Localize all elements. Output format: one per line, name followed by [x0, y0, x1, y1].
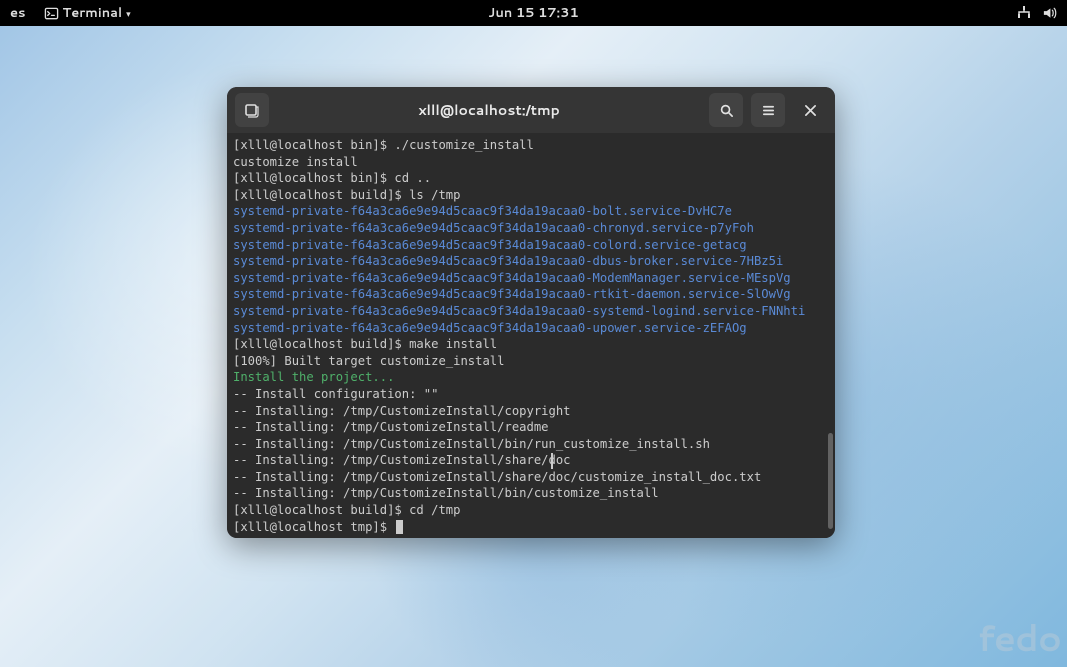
text-cursor-ibeam	[551, 453, 553, 469]
hamburger-icon	[761, 103, 776, 118]
terminal-line: systemd-private-f64a3ca6e9e94d5caac9f34d…	[233, 286, 829, 303]
terminal-line: [xlll@localhost build]$ cd /tmp	[233, 502, 829, 519]
scrollbar-thumb[interactable]	[828, 433, 833, 529]
terminal-icon	[44, 6, 59, 21]
terminal-line: -- Installing: /tmp/CustomizeInstall/bin…	[233, 436, 829, 453]
block-cursor	[396, 520, 403, 534]
terminal-title: xlll@localhost:/tmp	[277, 100, 701, 120]
terminal-line: -- Install configuration: ""	[233, 386, 829, 403]
terminal-line: Install the project...	[233, 369, 829, 386]
search-button[interactable]	[709, 93, 743, 127]
terminal-line: systemd-private-f64a3ca6e9e94d5caac9f34d…	[233, 303, 829, 320]
terminal-line: systemd-private-f64a3ca6e9e94d5caac9f34d…	[233, 237, 829, 254]
terminal-line: -- Installing: /tmp/CustomizeInstall/cop…	[233, 403, 829, 420]
new-tab-icon	[244, 102, 260, 118]
top-panel: es Terminal ▾ Jun 15 17:31	[0, 0, 1067, 26]
chevron-down-icon: ▾	[126, 7, 131, 20]
terminal-line: systemd-private-f64a3ca6e9e94d5caac9f34d…	[233, 220, 829, 237]
app-menu-label: Terminal	[63, 4, 123, 22]
activities-partial[interactable]: es	[4, 4, 32, 22]
terminal-line: [100%] Built target customize_install	[233, 353, 829, 370]
terminal-line: systemd-private-f64a3ca6e9e94d5caac9f34d…	[233, 320, 829, 337]
terminal-line: [xlll@localhost tmp]$	[233, 519, 829, 536]
terminal-titlebar[interactable]: xlll@localhost:/tmp	[227, 87, 835, 133]
fedora-watermark: fedo	[978, 612, 1062, 663]
terminal-line: -- Installing: /tmp/CustomizeInstall/rea…	[233, 419, 829, 436]
terminal-line: -- Installing: /tmp/CustomizeInstall/bin…	[233, 485, 829, 502]
close-button[interactable]	[793, 93, 827, 127]
terminal-line: customize install	[233, 154, 829, 171]
terminal-line: [xlll@localhost bin]$ cd ..	[233, 170, 829, 187]
clock[interactable]: Jun 15 17:31	[488, 4, 579, 22]
terminal-body[interactable]: [xlll@localhost bin]$ ./customize_instal…	[227, 133, 835, 538]
terminal-line: -- Installing: /tmp/CustomizeInstall/sha…	[233, 452, 829, 469]
terminal-line: [xlll@localhost build]$ make install	[233, 336, 829, 353]
terminal-line: systemd-private-f64a3ca6e9e94d5caac9f34d…	[233, 253, 829, 270]
terminal-line: [xlll@localhost build]$ ls /tmp	[233, 187, 829, 204]
terminal-line: systemd-private-f64a3ca6e9e94d5caac9f34d…	[233, 270, 829, 287]
terminal-line: systemd-private-f64a3ca6e9e94d5caac9f34d…	[233, 203, 829, 220]
search-icon	[719, 103, 734, 118]
new-tab-button[interactable]	[235, 93, 269, 127]
terminal-window: xlll@localhost:/tmp [xlll@localhost bin]…	[227, 87, 835, 538]
terminal-line: [xlll@localhost bin]$ ./customize_instal…	[233, 137, 829, 154]
close-icon	[804, 104, 817, 117]
terminal-line: -- Installing: /tmp/CustomizeInstall/sha…	[233, 469, 829, 486]
volume-icon[interactable]	[1042, 6, 1057, 20]
app-menu-terminal[interactable]: Terminal ▾	[38, 4, 137, 22]
menu-button[interactable]	[751, 93, 785, 127]
network-icon[interactable]	[1016, 6, 1032, 20]
